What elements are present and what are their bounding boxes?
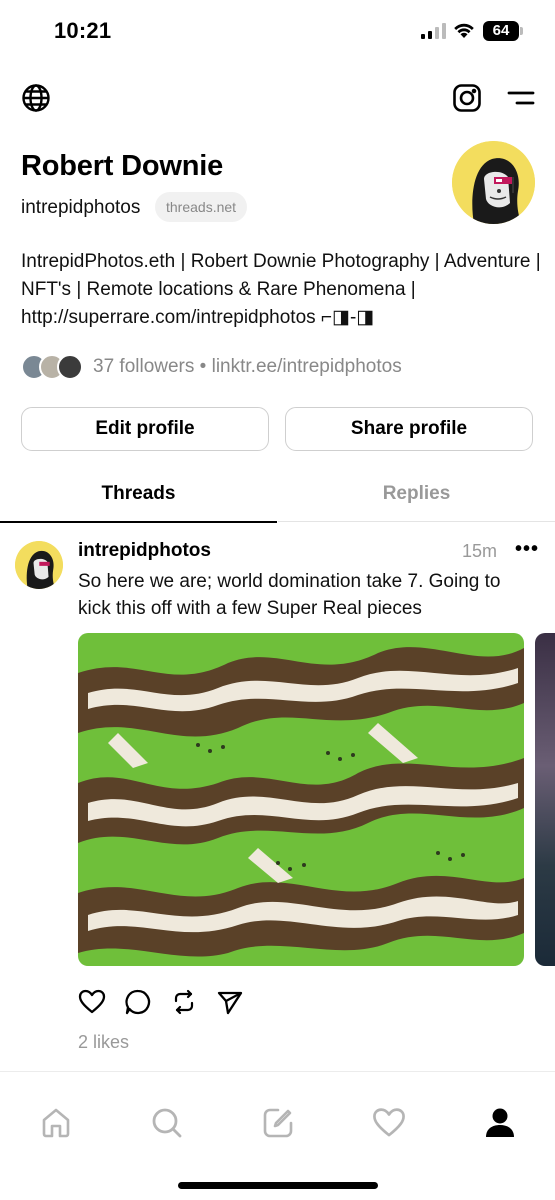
activity-heart-icon[interactable] — [372, 1106, 406, 1145]
cellular-signal-icon — [421, 23, 446, 39]
post-username[interactable]: intrepidphotos — [78, 540, 211, 562]
profile-handle: intrepidphotos — [21, 197, 141, 218]
repost-icon[interactable] — [170, 988, 198, 1021]
post-author-avatar[interactable] — [15, 541, 63, 589]
post-text: So here we are; world domination take 7.… — [78, 571, 501, 619]
profile-name: Robert Downie — [21, 150, 224, 182]
share-profile-button[interactable]: Share profile — [285, 407, 533, 451]
nav-divider — [0, 1071, 555, 1072]
bottom-nav — [0, 1100, 555, 1150]
follower-avatar — [57, 354, 83, 380]
post-photo[interactable] — [78, 633, 524, 966]
profile-bio: IntrepidPhotos.eth | Robert Downie Photo… — [21, 251, 541, 328]
wifi-icon — [454, 23, 474, 38]
instagram-icon[interactable] — [451, 82, 483, 114]
send-icon[interactable] — [216, 988, 244, 1021]
home-indicator — [178, 1182, 378, 1189]
profile-avatar[interactable] — [452, 141, 535, 224]
profile-icon[interactable] — [483, 1106, 517, 1145]
followers-link-text[interactable]: 37 followers • linktr.ee/intrepidphotos — [93, 356, 402, 378]
post-timestamp: 15m — [462, 541, 498, 561]
battery-indicator: 64 — [483, 21, 523, 41]
domain-badge[interactable]: threads.net — [155, 192, 248, 222]
tab-replies[interactable]: Replies — [278, 483, 555, 522]
heart-icon[interactable] — [78, 988, 106, 1021]
search-icon[interactable] — [150, 1106, 184, 1145]
post-photo-next[interactable] — [535, 633, 555, 966]
likes-count[interactable]: 2 likes — [78, 1032, 129, 1053]
compose-icon[interactable] — [261, 1106, 295, 1145]
more-options-icon[interactable]: ••• — [515, 538, 539, 561]
followers-row[interactable]: 37 followers • linktr.ee/intrepidphotos — [21, 353, 402, 381]
globe-icon[interactable] — [20, 82, 52, 114]
comment-icon[interactable] — [124, 988, 152, 1021]
post-actions — [78, 988, 244, 1021]
edit-profile-button[interactable]: Edit profile — [21, 407, 269, 451]
menu-icon[interactable] — [505, 82, 537, 114]
home-icon[interactable] — [39, 1106, 73, 1145]
tab-threads[interactable]: Threads — [0, 483, 277, 523]
status-time: 10:21 — [54, 18, 112, 43]
